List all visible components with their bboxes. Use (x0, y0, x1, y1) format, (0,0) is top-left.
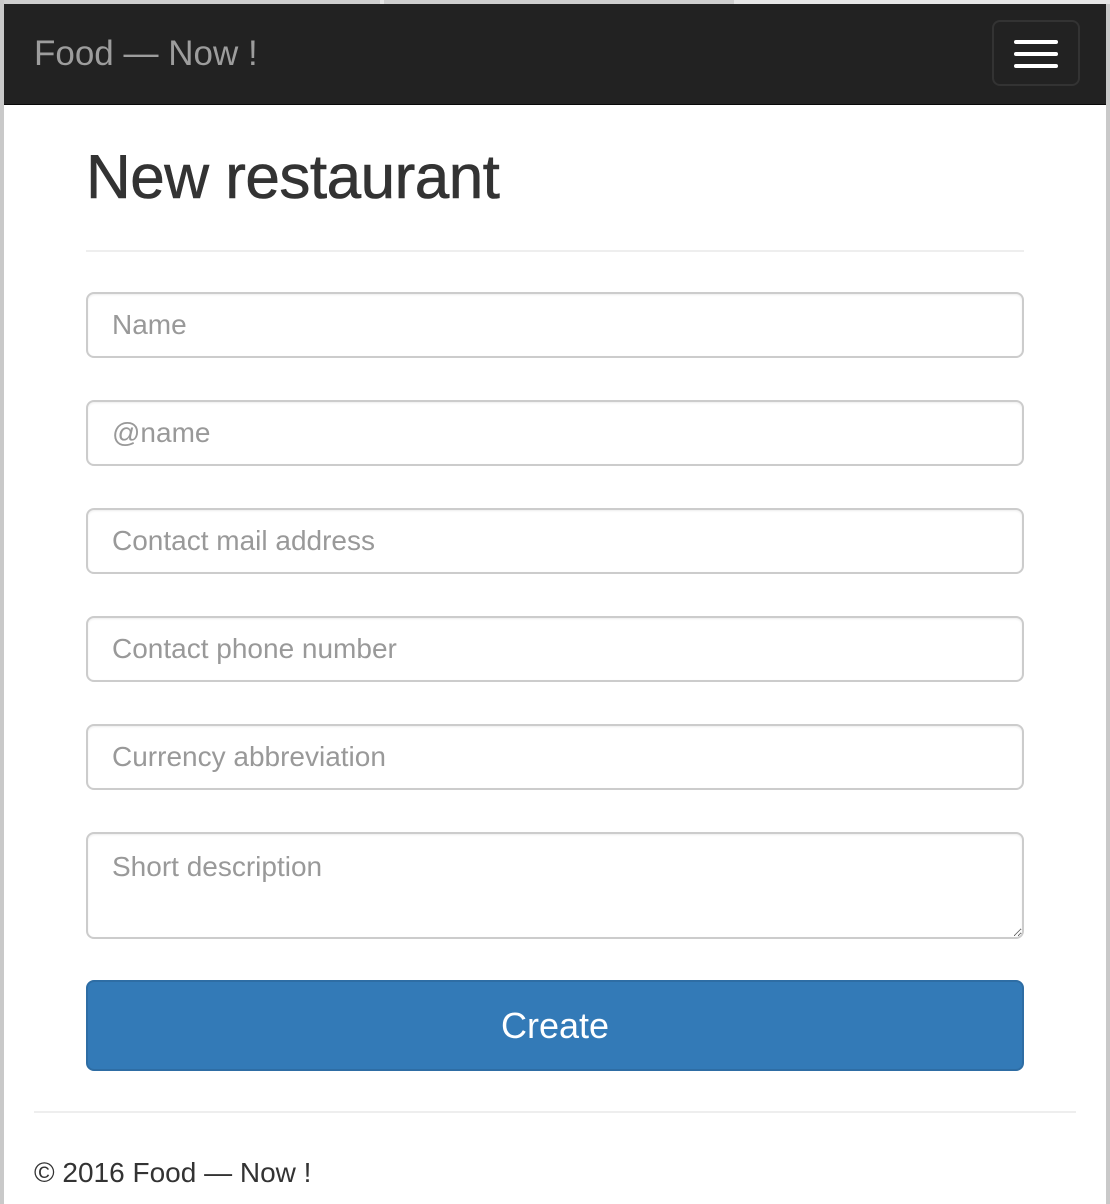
create-button[interactable]: Create (86, 980, 1024, 1071)
navbar-toggle-button[interactable] (992, 20, 1080, 86)
navbar-brand[interactable]: Food — Now ! (34, 34, 258, 74)
browser-viewport: Food — Now ! New restaurant Create © 201… (0, 0, 1110, 1204)
contact-phone-input[interactable] (86, 616, 1024, 682)
navbar: Food — Now ! (4, 4, 1106, 105)
handle-input[interactable] (86, 400, 1024, 466)
footer-copyright: © 2016 Food — Now ! (34, 1157, 312, 1188)
footer-divider (34, 1111, 1076, 1113)
currency-input[interactable] (86, 724, 1024, 790)
contact-email-input[interactable] (86, 508, 1024, 574)
title-divider (86, 250, 1024, 252)
description-textarea[interactable] (86, 832, 1024, 939)
name-input[interactable] (86, 292, 1024, 358)
page-title: New restaurant (86, 143, 501, 212)
